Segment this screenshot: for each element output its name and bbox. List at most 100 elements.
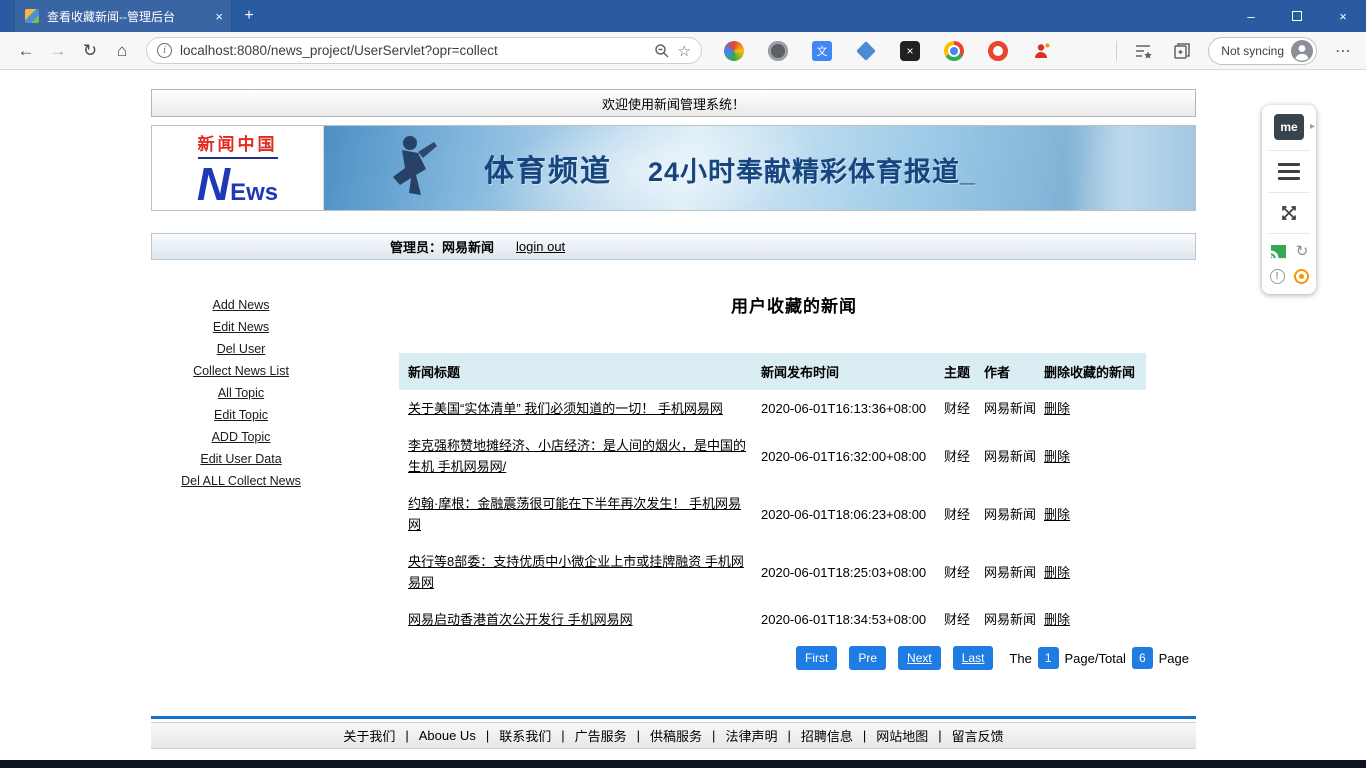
tab-close-icon[interactable]: × (215, 9, 223, 24)
news-time: 2020-06-01T18:34:53+08:00 (761, 612, 927, 627)
footer-link-about-en[interactable]: Aboue Us (419, 728, 476, 743)
news-title-link[interactable]: 李克强称赞地摊经济、小店经济：是人间的烟火，是中国的生机 手机网易网/ (408, 438, 746, 474)
footer-link-sitemap[interactable]: 网站地图 (876, 726, 928, 745)
collapse-arrow-icon[interactable]: ▸ (1310, 121, 1315, 132)
sidebar-item-edit-topic[interactable]: Edit Topic (214, 408, 268, 423)
browser-toolbar: ← → ↻ ⌂ i localhost:8080/news_project/Us… (0, 32, 1366, 70)
sidebar-item-edit-news[interactable]: Edit News (213, 320, 269, 335)
forward-icon[interactable]: → (42, 36, 74, 66)
content-area: 用户收藏的新闻 新闻标题 新闻发布时间 主题 作者 删除收藏的新闻 关于美国“实… (399, 280, 1189, 716)
person-extension-icon[interactable] (1032, 41, 1052, 61)
eye-icon[interactable] (1293, 269, 1309, 284)
kite-extension-icon[interactable] (856, 40, 876, 61)
page-container: 欢迎使用新闻管理系统！ 新闻中国 N Ews 体育频道 24小时奉献精彩体育报道… (151, 70, 1196, 749)
sidebar-item-add-news[interactable]: Add News (213, 298, 270, 313)
back-icon[interactable]: ← (10, 36, 42, 66)
pagination-middle: Page/Total (1064, 650, 1126, 666)
zoom-icon[interactable] (654, 43, 670, 59)
x-extension-icon[interactable]: × (900, 40, 920, 61)
chrome-extension-icon[interactable] (944, 40, 964, 61)
sidebar-item-del-all-collect-news[interactable]: Del ALL Collect News (181, 474, 301, 489)
news-title-link[interactable]: 关于美国“实体清单” 我们必须知道的一切！ 手机网易网 (408, 401, 723, 416)
sidebar-item-add-topic[interactable]: ADD Topic (212, 430, 271, 445)
delete-link[interactable]: 删除 (1044, 507, 1070, 522)
address-bar[interactable]: i localhost:8080/news_project/UserServle… (146, 37, 702, 64)
home-icon[interactable]: ⌂ (106, 36, 138, 66)
colorwheel-extension-icon[interactable] (724, 40, 744, 61)
me-extension-button[interactable]: me (1274, 114, 1304, 140)
ring-extension-icon[interactable] (988, 40, 1008, 61)
delete-link[interactable]: 删除 (1044, 612, 1070, 627)
news-author: 网易新闻 (984, 401, 1037, 416)
table-row: 李克强称赞地摊经济、小店经济：是人间的烟火，是中国的生机 手机网易网/ 2020… (399, 427, 1146, 485)
pagination-first-button[interactable]: First (796, 646, 838, 670)
url-text[interactable]: localhost:8080/news_project/UserServlet?… (180, 43, 646, 58)
news-title-link[interactable]: 约翰·摩根：金融震荡很可能在下半年再次发生！ 手机网易网 (408, 496, 741, 532)
site-info-icon[interactable]: i (157, 43, 172, 58)
favorite-star-icon[interactable]: ☆ (678, 42, 691, 60)
sports-channel-subtitle: 24小时奉献精彩体育报道_ (648, 157, 977, 187)
news-time: 2020-06-01T16:13:36+08:00 (761, 401, 927, 416)
info-icon[interactable]: ! (1269, 269, 1285, 284)
clock-extension-icon[interactable] (768, 40, 788, 61)
maximize-button[interactable] (1274, 0, 1320, 32)
footer-link-contribute[interactable]: 供稿服务 (650, 726, 702, 745)
footer-link-contact[interactable]: 联系我们 (499, 726, 551, 745)
collected-news-table: 新闻标题 新闻发布时间 主题 作者 删除收藏的新闻 关于美国“实体清单” 我们必… (399, 353, 1146, 638)
resize-arrows-icon[interactable] (1279, 203, 1299, 223)
footer-link-about-cn[interactable]: 关于我们 (343, 726, 395, 745)
admin-name-label: 管理员：网易新闻 (390, 240, 495, 255)
reading-list-icon[interactable] (1130, 38, 1156, 64)
col-header-delete: 删除收藏的新闻 (1044, 365, 1136, 380)
refresh-icon[interactable]: ↻ (74, 36, 106, 66)
pagination: First Pre Next Last The 1 Page/Total 6 P… (399, 646, 1189, 670)
footer-link-jobs[interactable]: 招聘信息 (801, 726, 853, 745)
more-menu-icon[interactable]: ⋯ (1330, 38, 1356, 64)
welcome-banner: 欢迎使用新闻管理系统！ (151, 89, 1196, 117)
new-tab-button[interactable]: + (232, 0, 266, 32)
pagination-last-button[interactable]: Last (952, 646, 994, 670)
panel-icon-row: ↻ (1270, 244, 1309, 259)
news-title-link[interactable]: 央行等8部委：支持优质中小微企业上市或挂牌融资 手机网易网 (408, 554, 744, 590)
collections-icon[interactable] (1169, 38, 1195, 64)
sync-status-label: Not syncing (1221, 43, 1284, 58)
panel-divider (1268, 192, 1310, 193)
cast-icon[interactable] (1270, 244, 1287, 259)
minimize-button[interactable]: – (1228, 0, 1274, 32)
pagination-summary: The 1 Page/Total 6 Page (1009, 647, 1189, 669)
translate-extension-icon[interactable]: 文 (812, 40, 832, 61)
col-header-time: 新闻发布时间 (761, 365, 840, 380)
table-row: 约翰·摩根：金融震荡很可能在下半年再次发生！ 手机网易网 2020-06-01T… (399, 485, 1146, 543)
window-controls: – × (1228, 0, 1366, 32)
welcome-text: 欢迎使用新闻管理系统！ (601, 96, 745, 112)
sports-channel-banner: 体育频道 24小时奉献精彩体育报道_ (324, 126, 1195, 210)
footer-link-legal[interactable]: 法律声明 (725, 726, 777, 745)
sidebar-item-edit-user-data[interactable]: Edit User Data (200, 452, 281, 467)
news-author: 网易新闻 (984, 564, 1037, 580)
close-button[interactable]: × (1320, 0, 1366, 32)
extensions-row: 文 × (724, 40, 1052, 61)
footer-link-feedback[interactable]: 留言反馈 (952, 726, 1004, 745)
delete-link[interactable]: 删除 (1044, 449, 1070, 464)
me-button-row: me ▸ (1262, 114, 1316, 140)
news-title-link[interactable]: 网易启动香港首次公开发行 手机网易网 (408, 612, 633, 627)
logout-link[interactable]: login out (516, 239, 565, 254)
browser-tab[interactable]: 查看收藏新闻--管理后台 × (14, 0, 232, 32)
profile-avatar (1291, 39, 1313, 62)
sidebar-item-collect-news-list[interactable]: Collect News List (193, 364, 289, 379)
browser-titlebar: 查看收藏新闻--管理后台 × + – × (0, 0, 1366, 32)
sidebar-item-all-topic[interactable]: All Topic (218, 386, 264, 401)
refresh-small-icon[interactable]: ↻ (1296, 244, 1309, 259)
delete-link[interactable]: 删除 (1044, 565, 1070, 580)
pagination-pre-button[interactable]: Pre (849, 646, 887, 670)
delete-link[interactable]: 删除 (1044, 401, 1070, 416)
pagination-next-button[interactable]: Next (898, 646, 941, 670)
profile-button[interactable]: Not syncing (1208, 36, 1317, 65)
footer-separator: | (636, 728, 641, 743)
table-row: 网易启动香港首次公开发行 手机网易网 2020-06-01T18:34:53+0… (399, 601, 1146, 638)
extension-side-panel: me ▸ ↻ ! (1262, 105, 1316, 294)
sidebar-item-del-user[interactable]: Del User (217, 342, 266, 357)
toolbar-separator (1116, 40, 1118, 61)
footer-link-ads[interactable]: 广告服务 (575, 726, 627, 745)
menu-icon[interactable] (1278, 161, 1300, 182)
